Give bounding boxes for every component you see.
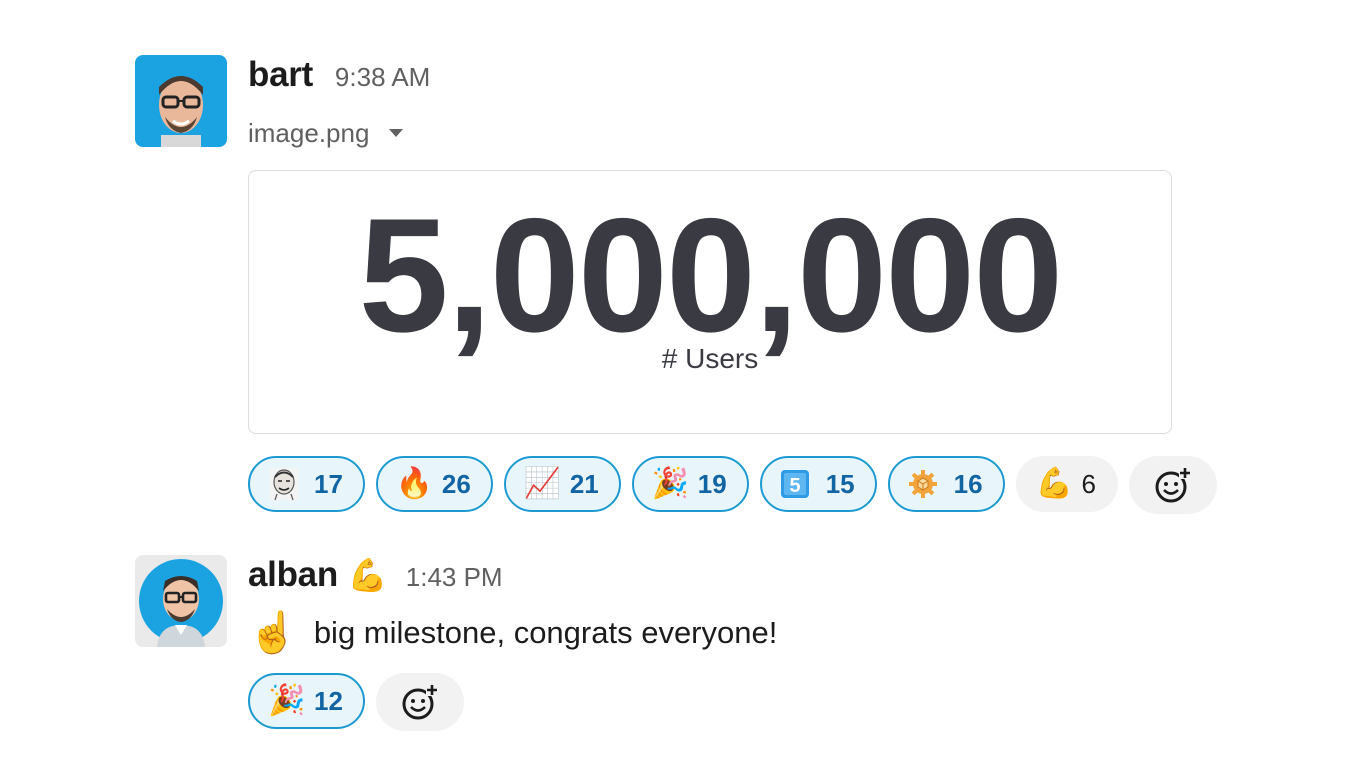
meme-face-icon <box>268 467 302 501</box>
file-header: image.png <box>248 115 1348 151</box>
timestamp[interactable]: 9:38 AM <box>335 62 430 93</box>
add-reaction-icon <box>400 682 440 722</box>
message-header: alban 💪 1:43 PM <box>248 555 1348 595</box>
add-reaction-button[interactable] <box>1129 456 1217 514</box>
username[interactable]: bart <box>248 55 313 95</box>
message-header: bart 9:38 AM <box>248 55 1348 95</box>
reaction-count: 16 <box>953 468 983 499</box>
username[interactable]: alban <box>248 555 338 595</box>
add-reaction-button[interactable] <box>375 673 464 731</box>
fire-icon: 🔥 <box>395 467 434 500</box>
avatar-bart[interactable] <box>135 55 227 147</box>
party-popper-icon: 🎉 <box>651 467 690 500</box>
status-emoji-flexed-biceps-icon[interactable]: 💪 <box>348 559 388 591</box>
party-popper-icon: 🎉 <box>268 684 306 717</box>
file-name[interactable]: image.png <box>248 118 369 149</box>
reaction-count: 21 <box>569 468 599 499</box>
image-attachment[interactable]: 5,000,000 # Users <box>248 170 1172 434</box>
reaction-sentry-gear[interactable]: 16 <box>887 456 1005 512</box>
dropdown-caret-icon[interactable] <box>389 129 404 137</box>
reaction-count: 6 <box>1081 468 1096 499</box>
message-content: alban 💪 1:43 PM ☝️ big milestone, congra… <box>248 555 1348 731</box>
timestamp[interactable]: 1:43 PM <box>406 562 503 593</box>
svg-text:5: 5 <box>789 475 800 497</box>
gear-icon <box>908 469 942 499</box>
reaction-bar: 17 🔥 26 📈 21 🎉 19 5 15 16 💪 6 <box>248 456 1348 514</box>
flexed-biceps-icon: 💪 <box>1035 467 1073 500</box>
keycap-five-icon: 5 <box>780 469 814 499</box>
message-text: big milestone, congrats everyone! <box>313 615 778 650</box>
reaction-tada[interactable]: 🎉 19 <box>631 456 749 512</box>
message-body: ☝️ big milestone, congrats everyone! <box>248 605 1348 661</box>
avatar-alban[interactable] <box>135 555 227 647</box>
reaction-keycap-five[interactable]: 5 15 <box>759 456 877 512</box>
add-reaction-icon <box>1153 465 1193 505</box>
reaction-count: 15 <box>825 468 855 499</box>
message-content: bart 9:38 AM image.png 5,000,000 # Users <box>248 55 1348 514</box>
reaction-count: 12 <box>314 685 343 716</box>
reaction-tada[interactable]: 🎉 12 <box>248 673 365 729</box>
reaction-chart-increasing[interactable]: 📈 21 <box>503 456 621 512</box>
reaction-count: 19 <box>697 468 727 499</box>
user-count-label: # Users <box>661 343 759 374</box>
pointing-up-icon: ☝️ <box>248 611 298 655</box>
reaction-muscle[interactable]: 💪 6 <box>1015 456 1118 512</box>
chart-increasing-icon: 📈 <box>523 467 562 500</box>
reaction-fire[interactable]: 🔥 26 <box>375 456 493 512</box>
reaction-count: 26 <box>441 468 471 499</box>
reaction-meme-face[interactable]: 17 <box>248 456 365 512</box>
reaction-count: 17 <box>314 468 343 499</box>
reaction-bar: 🎉 12 <box>248 673 1348 731</box>
